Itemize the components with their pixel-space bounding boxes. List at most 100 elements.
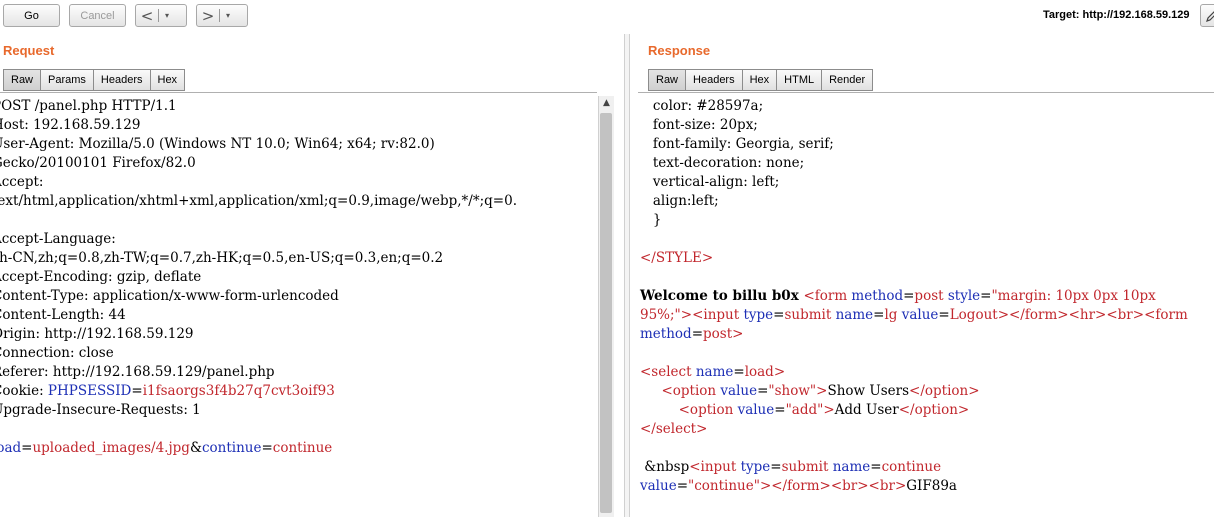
form-close-tag: </form>	[771, 478, 831, 494]
request-line: text/html,application/xhtml+xml,applicat…	[0, 193, 517, 209]
chevron-down-icon[interactable]: ▾	[159, 11, 175, 20]
attr-value: "show"	[768, 383, 817, 399]
forward-button[interactable]: > ▾	[196, 4, 248, 27]
request-line: Content-Length: 44	[0, 307, 126, 323]
attr: style	[947, 288, 981, 304]
request-line: Accept-Encoding: gzip, deflate	[0, 269, 202, 285]
tab-raw[interactable]: Raw	[648, 69, 687, 91]
tag-end: >	[773, 364, 786, 380]
back-button[interactable]: < ▾	[135, 4, 187, 27]
attr: value	[640, 478, 677, 494]
tag-end: >	[732, 326, 744, 342]
attr: name	[835, 307, 874, 323]
eq: =	[774, 402, 786, 418]
br-tag: <br>	[868, 478, 907, 494]
attr-value: submit	[784, 307, 832, 323]
nbsp-text: &nbsp	[640, 459, 690, 475]
attr-value: "margin: 10px 0px 10px	[991, 288, 1156, 304]
tab-hex[interactable]: Hex	[150, 69, 186, 91]
cookie-eq: =	[131, 383, 143, 399]
target-label: Target: http://192.168.59.129	[1043, 9, 1190, 21]
attr-value: continue	[881, 459, 942, 475]
tag-end: >	[759, 478, 772, 494]
attr-value: "continue"	[688, 478, 760, 494]
split-divider[interactable]	[624, 34, 630, 517]
tag-end: >	[680, 307, 693, 323]
tab-raw[interactable]: Raw	[3, 69, 42, 91]
css-line: font-size: 20px;	[652, 117, 758, 133]
attr-value: Logout	[949, 307, 998, 323]
cancel-button[interactable]: Cancel	[69, 4, 126, 27]
request-line: Gecko/20100101 Firefox/82.0	[0, 155, 196, 171]
attr: method	[851, 288, 904, 304]
param-eq: =	[21, 440, 33, 456]
tab-html[interactable]: HTML	[777, 69, 823, 91]
scroll-up-icon[interactable]: ▲	[599, 96, 614, 111]
style-close-tag: </STYLE>	[640, 250, 714, 266]
request-tabs: Raw Params Headers Hex	[3, 69, 186, 91]
attr: name	[832, 459, 871, 475]
attr-value: "add"	[785, 402, 824, 418]
response-tabs: Raw Headers Hex HTML Render	[648, 69, 874, 91]
option-text: Show Users	[827, 383, 910, 399]
param-name: continue	[201, 440, 262, 456]
param-value: uploaded_images/4.jpg	[32, 440, 190, 456]
request-line: Referer: http://192.168.59.129/panel.php	[0, 364, 275, 380]
hr-tag: <hr>	[1068, 307, 1107, 323]
tab-render[interactable]: Render	[822, 69, 874, 91]
forward-arrow-icon: >	[201, 6, 215, 25]
input-tag: <input	[692, 307, 744, 323]
eq: =	[870, 459, 882, 475]
eq: =	[757, 383, 769, 399]
attr: value	[720, 383, 758, 399]
request-line: User-Agent: Mozilla/5.0 (Windows NT 10.0…	[0, 136, 435, 152]
select-tag: <select	[640, 364, 696, 380]
request-line: Accept:	[0, 174, 44, 190]
attr-value: 95%;"	[640, 307, 681, 323]
request-line: Cookie:	[0, 383, 44, 399]
tab-headers[interactable]: Headers	[686, 69, 743, 91]
response-editor[interactable]: color: #28597a; font-size: 20px; font-fa…	[638, 92, 1214, 518]
attr: type	[740, 459, 771, 475]
gif-text: GIF89a	[906, 478, 957, 494]
css-line: vertical-align: left;	[652, 174, 780, 190]
go-button[interactable]: Go	[3, 4, 60, 27]
back-arrow-icon: <	[140, 6, 154, 25]
eq: =	[938, 307, 950, 323]
tag-end: >	[816, 383, 828, 399]
response-text: color: #28597a; font-size: 20px; font-fa…	[640, 97, 1188, 496]
option-tag: <option	[678, 402, 738, 418]
request-line: Host: 192.168.59.129	[0, 117, 141, 133]
tag-end: >	[823, 402, 835, 418]
scrollbar-thumb[interactable]	[600, 113, 612, 513]
request-editor[interactable]: POST /panel.php HTTP/1.1 Host: 192.168.5…	[0, 92, 597, 518]
request-line: Accept-Language:	[0, 231, 116, 247]
option-close-tag: </option>	[898, 402, 970, 418]
chevron-down-icon[interactable]: ▾	[220, 11, 236, 20]
css-line: }	[652, 212, 662, 228]
css-line: font-family: Georgia, serif;	[652, 136, 834, 152]
tab-hex[interactable]: Hex	[742, 69, 778, 91]
attr-value: load	[744, 364, 774, 380]
request-line: 8	[0, 212, 1, 228]
form-close-tag: </form>	[1009, 307, 1069, 323]
eq: =	[691, 326, 703, 342]
request-line: Upgrade-Insecure-Requests: 1	[0, 402, 201, 418]
request-line: Connection: close	[0, 345, 114, 361]
tab-params[interactable]: Params	[41, 69, 94, 91]
option-close-tag: </option>	[909, 383, 980, 399]
eq: =	[676, 478, 688, 494]
request-scrollbar[interactable]: ▲	[598, 96, 614, 517]
cookie-value: i1fsaorgs3f4b27q7cvt3oif93	[142, 383, 335, 399]
tab-headers[interactable]: Headers	[93, 69, 151, 91]
param-separator: &	[189, 440, 202, 456]
request-line: Origin: http://192.168.59.129	[0, 326, 194, 342]
welcome-text: Welcome to billu b0x	[640, 288, 804, 304]
edit-target-button[interactable]	[1200, 4, 1214, 27]
cookie-name: PHPSESSID	[47, 383, 132, 399]
attr: method	[640, 326, 692, 342]
toolbar: Go Cancel < ▾ > ▾ Target: http://192.168…	[0, 0, 1214, 34]
param-name: load	[0, 440, 22, 456]
eq: =	[770, 459, 782, 475]
attr: name	[695, 364, 734, 380]
